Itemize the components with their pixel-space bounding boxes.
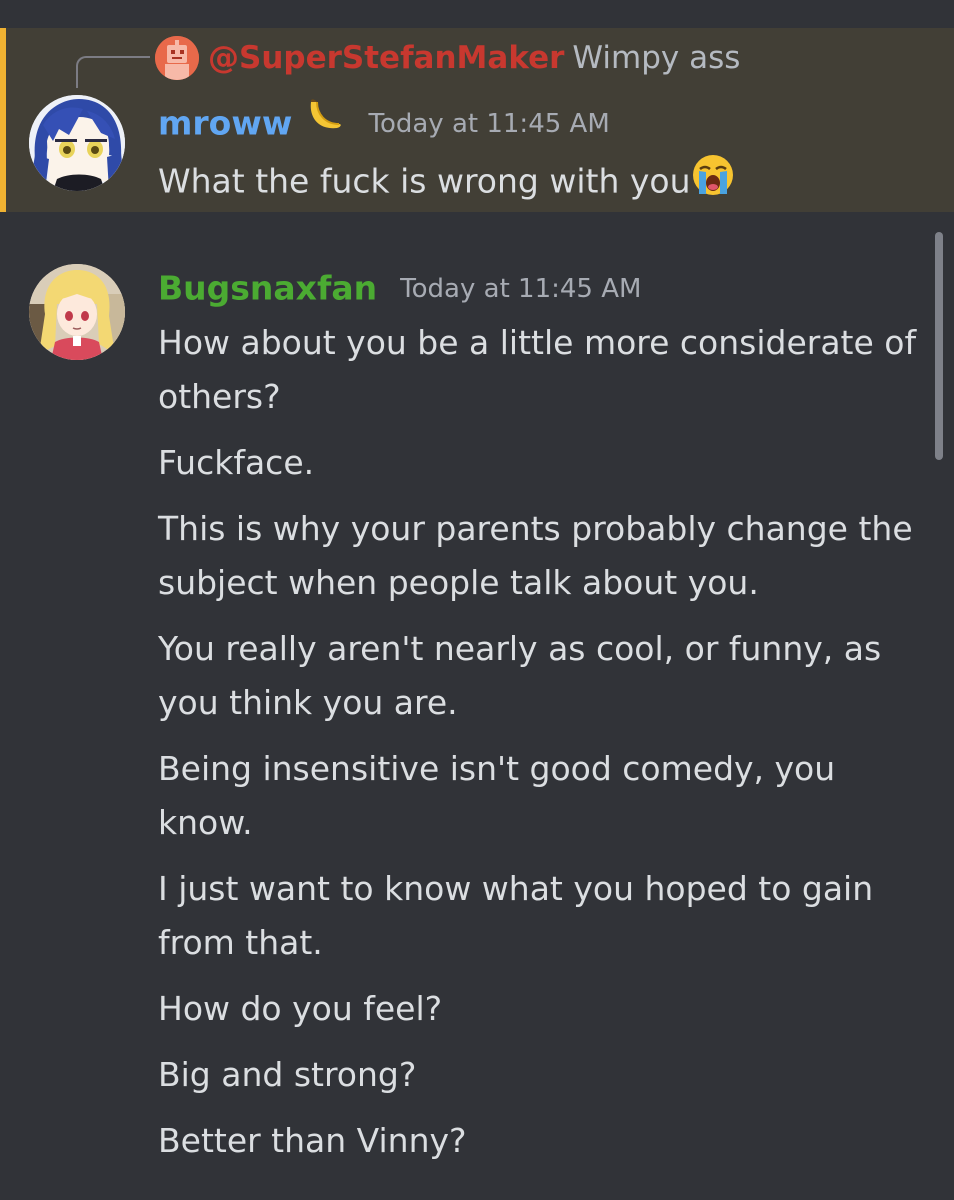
message-text: How do you feel? bbox=[158, 989, 443, 1028]
scrollbar[interactable] bbox=[935, 232, 943, 460]
message-text: Better than Vinny? bbox=[158, 1121, 467, 1160]
timestamp[interactable]: Today at 11:45 AM bbox=[400, 274, 641, 304]
timestamp[interactable]: Today at 11:45 AM bbox=[369, 109, 610, 139]
message-group-bugsnaxfan: How about you be a little more considera… bbox=[158, 316, 928, 1180]
avatar-bugsnaxfan[interactable] bbox=[29, 264, 125, 360]
anime-avatar-icon bbox=[29, 264, 125, 360]
mention-highlight-bar bbox=[0, 28, 6, 212]
message-text: Big and strong? bbox=[158, 1055, 417, 1094]
reply-preview[interactable]: @SuperStefanMaker Wimpy ass bbox=[208, 36, 740, 80]
message-header-bugsnaxfan: Bugsnaxfan Today at 11:45 AM bbox=[158, 264, 641, 312]
message-text: Fuckface. bbox=[158, 443, 315, 482]
reply-username[interactable]: @SuperStefanMaker bbox=[208, 40, 564, 76]
message-text: This is why your parents probably change… bbox=[158, 509, 913, 602]
username-bugsnaxfan[interactable]: Bugsnaxfan bbox=[158, 269, 377, 308]
anime-avatar-icon bbox=[29, 95, 125, 191]
message-content: What the fuck is wrong with you bbox=[158, 152, 736, 214]
message-header-mroww: mroww Today at 11:45 AM bbox=[158, 94, 610, 143]
message-text: I just want to know what you hoped to ga… bbox=[158, 869, 874, 962]
reply-text: Wimpy ass bbox=[572, 40, 741, 76]
reply-connector bbox=[76, 56, 150, 88]
loudly-crying-face-icon bbox=[690, 152, 736, 214]
message-text: You really aren't nearly as cool, or fun… bbox=[158, 629, 882, 722]
avatar-mroww[interactable] bbox=[29, 95, 125, 191]
message-text: How about you be a little more considera… bbox=[158, 323, 917, 416]
message-text: What the fuck is wrong with you bbox=[158, 161, 691, 201]
chat-log: @SuperStefanMaker Wimpy ass mroww Today … bbox=[0, 0, 954, 1200]
username-mroww[interactable]: mroww bbox=[158, 104, 292, 143]
banana-icon bbox=[305, 94, 345, 153]
reply-avatar[interactable] bbox=[155, 36, 199, 80]
message-text: Being insensitive isn't good comedy, you… bbox=[158, 749, 836, 842]
robot-avatar-icon bbox=[155, 36, 199, 80]
